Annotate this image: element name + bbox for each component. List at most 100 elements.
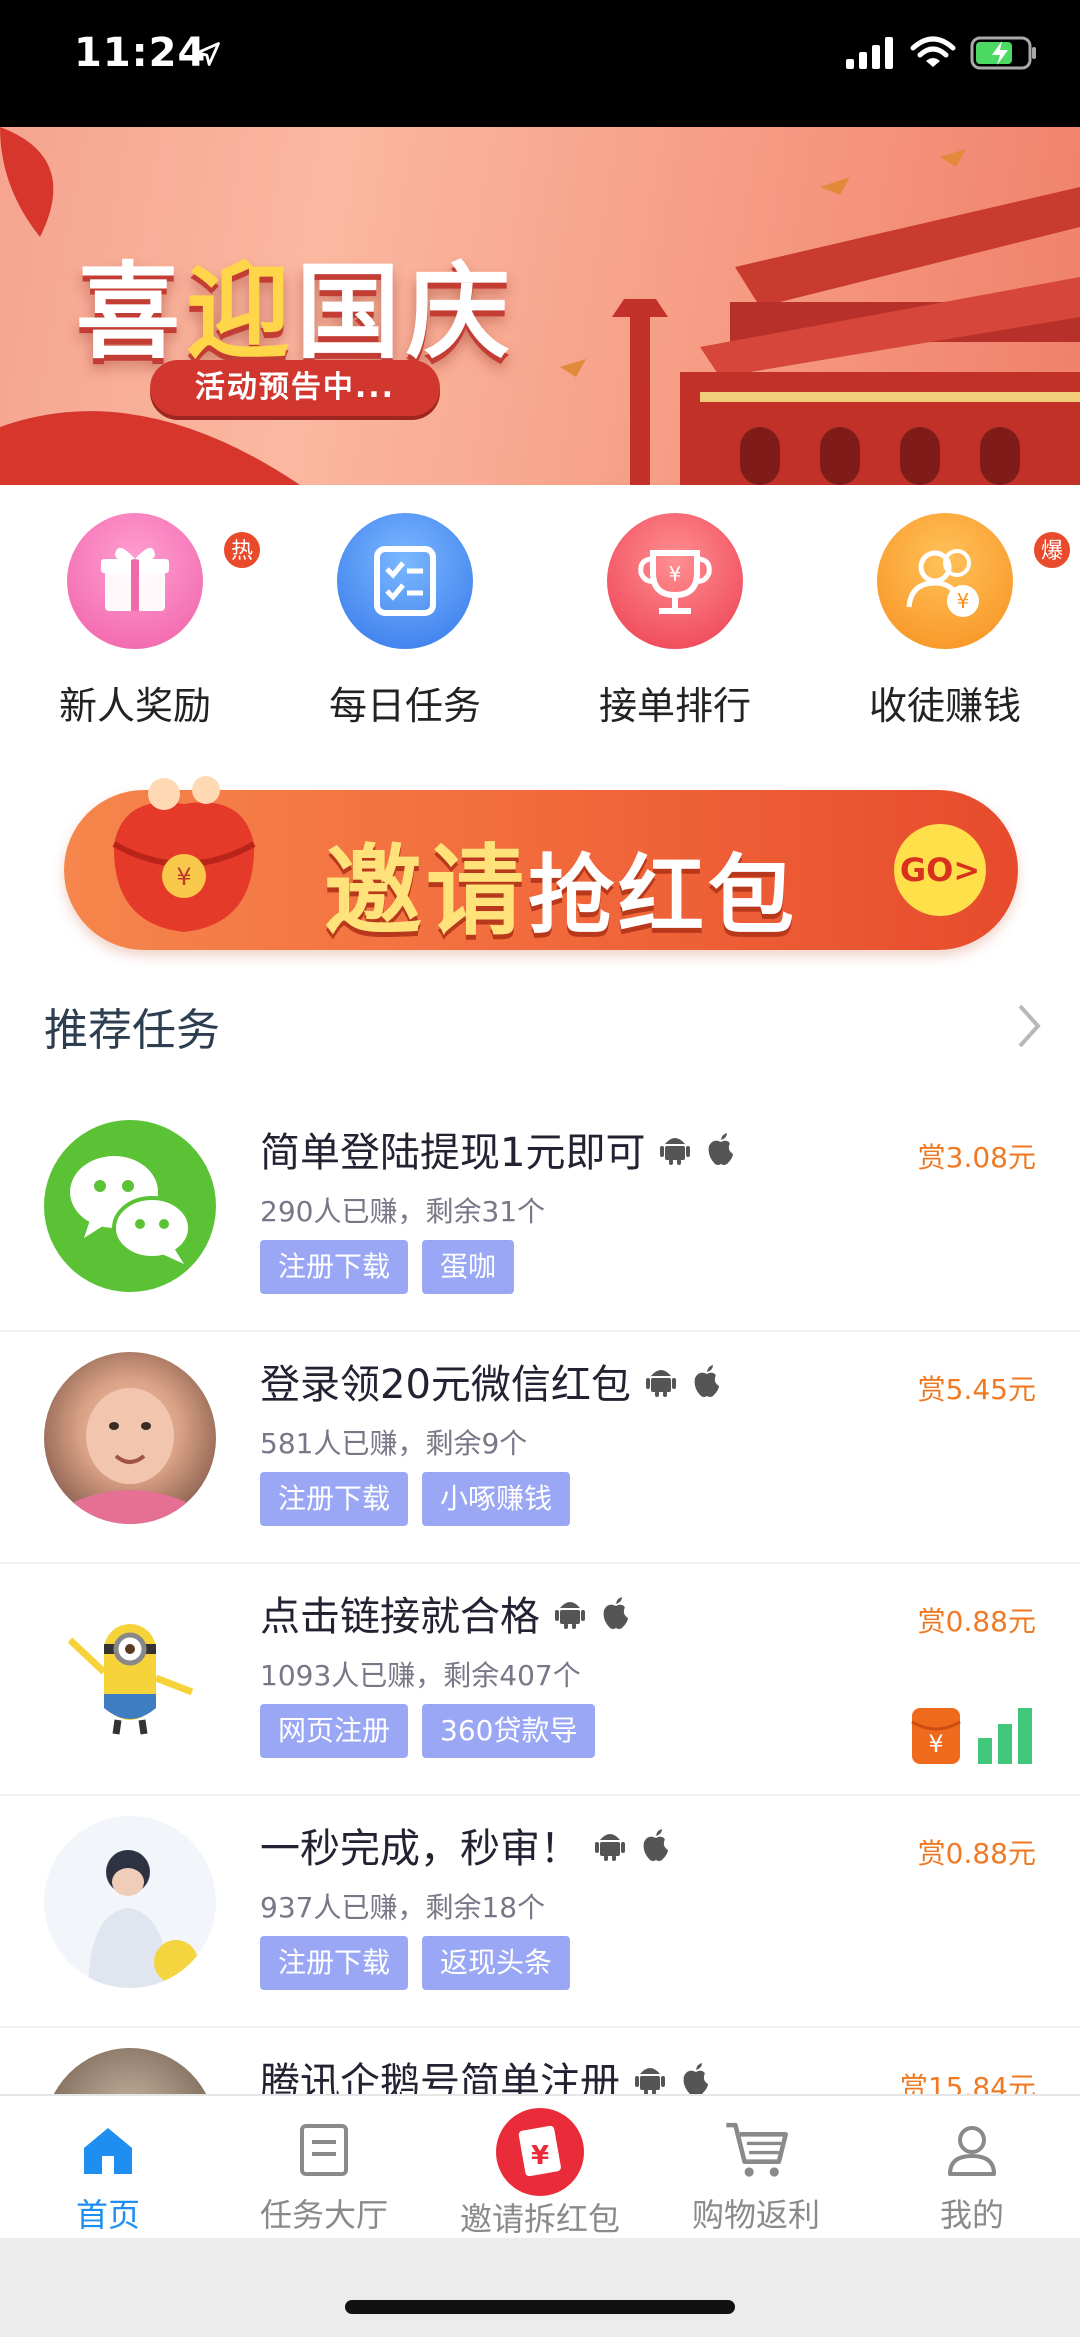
- home-indicator-area: [0, 2238, 1080, 2337]
- tab-home[interactable]: 首页: [0, 2096, 216, 2238]
- task-avatar: [44, 1120, 216, 1292]
- svg-text:¥: ¥: [957, 589, 970, 613]
- apple-icon: [709, 1133, 734, 1165]
- task-title: 简单登陆提现1元即可: [260, 1120, 737, 1178]
- quick-item-ranking[interactable]: ¥ 接单排行: [540, 508, 810, 728]
- task-title: 一秒完成，秒审！: [260, 1816, 672, 1874]
- wechat-logo: [70, 1156, 192, 1264]
- android-icon: [595, 1834, 625, 1861]
- quick-item-label: 接单排行: [598, 684, 751, 728]
- minion-illustration: [67, 1624, 194, 1735]
- svg-text:¥: ¥: [531, 2141, 549, 2171]
- person-photo: [88, 1850, 198, 1988]
- tab-task-hall[interactable]: 任务大厅: [216, 2096, 432, 2238]
- task-reward: 赏0.88元: [917, 1837, 1036, 1870]
- task-tags: 注册下载 蛋咖: [260, 1240, 515, 1294]
- invite-red-packet-banner[interactable]: ¥ 邀请抢红包 GO>: [64, 776, 1018, 950]
- gift-icon: [67, 513, 203, 649]
- go-button[interactable]: GO>: [894, 824, 986, 916]
- quick-item-label: 每日任务: [328, 684, 481, 728]
- tab-label: 首页: [75, 2196, 140, 2234]
- promo-text: 邀请抢红包: [324, 835, 799, 949]
- android-icon: [660, 1138, 691, 1165]
- apple-icon: [683, 2063, 708, 2095]
- quick-item-recruit[interactable]: ¥ 爆 收徒赚钱: [810, 508, 1080, 728]
- quick-item-label: 新人奖励: [58, 684, 211, 728]
- wifi-icon: [910, 36, 956, 67]
- trophy-icon: ¥: [607, 513, 743, 649]
- apple-icon: [603, 1597, 628, 1629]
- battery-charging-icon: [970, 36, 1036, 70]
- recommended-tasks-header[interactable]: 推荐任务: [0, 980, 1080, 1070]
- svg-text:¥: ¥: [928, 1730, 943, 1758]
- child-photo: [74, 1388, 186, 1524]
- status-bar: 11:24: [0, 0, 1080, 127]
- svg-text:¥: ¥: [176, 863, 191, 891]
- status-time: 11:24: [74, 30, 207, 76]
- signal-icon: [846, 37, 893, 69]
- home-indicator[interactable]: [345, 2300, 735, 2314]
- section-title: 推荐任务: [44, 1005, 220, 1056]
- task-avatar: [44, 1352, 216, 1524]
- task-tags: 注册下载 小啄赚钱: [260, 1472, 571, 1526]
- task-reward: 赏0.88元: [917, 1605, 1036, 1638]
- task-tag: 返现头条: [422, 1936, 571, 1990]
- task-tag: 注册下载: [260, 1240, 409, 1294]
- quick-item-daily-task[interactable]: 每日任务: [270, 508, 540, 728]
- bar-chart-icon[interactable]: [976, 1706, 1036, 1766]
- tab-label: 我的: [939, 2196, 1004, 2234]
- task-item[interactable]: 简单登陆提现1元即可 290人已赚，剩余31个 注册下载 蛋咖 赏3.08元: [0, 1100, 1080, 1332]
- apple-icon: [694, 1365, 719, 1397]
- tab-label: 购物返利: [691, 2196, 820, 2234]
- floating-actions: ¥: [910, 1706, 1036, 1766]
- task-reward: 赏5.45元: [917, 1373, 1036, 1406]
- hot-badge: 热: [222, 530, 262, 570]
- task-reward: 赏3.08元: [917, 1141, 1036, 1174]
- task-hall-icon: [300, 2124, 348, 2176]
- tab-label: 任务大厅: [259, 2196, 388, 2234]
- task-tag: 蛋咖: [422, 1240, 515, 1294]
- task-tag: 360贷款导: [422, 1704, 596, 1758]
- task-tags: 注册下载 返现头条: [260, 1936, 571, 1990]
- home-icon: [84, 2128, 132, 2174]
- red-envelope-icon: ¥: [496, 2108, 584, 2196]
- task-item[interactable]: 一秒完成，秒审！ 937人已赚，剩余18个 注册下载 返现头条 赏0.88元: [0, 1796, 1080, 2028]
- chevron-right-icon[interactable]: [1014, 1002, 1044, 1050]
- checklist-icon: [337, 513, 473, 649]
- task-title: 登录领20元微信红包: [260, 1352, 723, 1410]
- task-tag: 网页注册: [260, 1704, 409, 1758]
- cart-icon: [726, 2122, 788, 2177]
- tab-invite-red-envelope[interactable]: ¥ 邀请拆红包: [432, 2096, 648, 2238]
- location-arrow-icon: [196, 42, 220, 66]
- profile-icon: [948, 2126, 996, 2176]
- quick-menu: 热 新人奖励 每日任务 ¥ 接单排行 ¥ 爆 收徒赚钱: [0, 508, 1080, 728]
- task-tag: 注册下载: [260, 1936, 409, 1990]
- quick-item-newbie-reward[interactable]: 热 新人奖励: [0, 508, 270, 728]
- task-tag: 注册下载: [260, 1472, 409, 1526]
- task-item[interactable]: 点击链接就合格 1093人已赚，剩余407个 网页注册 360贷款导 赏0.88…: [0, 1564, 1080, 1796]
- red-packet-icon[interactable]: ¥: [910, 1706, 962, 1766]
- android-icon: [555, 1602, 585, 1629]
- tab-profile[interactable]: 我的: [864, 2096, 1080, 2238]
- task-meta: 581人已赚，剩余9个: [260, 1427, 528, 1460]
- bottom-tab-bar: 首页 任务大厅 ¥ 邀请拆红包 购物返利 我的: [0, 2094, 1080, 2238]
- tab-label: 邀请拆红包: [459, 2200, 620, 2238]
- task-item[interactable]: 登录领20元微信红包 581人已赚，剩余9个 注册下载 小啄赚钱 赏5.45元: [0, 1332, 1080, 1564]
- apple-icon: [643, 1829, 668, 1861]
- svg-text:¥: ¥: [669, 562, 682, 586]
- task-tag: 小啄赚钱: [422, 1472, 571, 1526]
- android-icon: [645, 1370, 676, 1397]
- banner-carousel[interactable]: 喜迎国庆 活动预告中...: [0, 127, 1080, 485]
- task-tags: 网页注册 360贷款导: [260, 1704, 596, 1758]
- task-meta: 1093人已赚，剩余407个: [260, 1659, 581, 1692]
- android-icon: [635, 2068, 665, 2095]
- task-title: 点击链接就合格: [260, 1584, 632, 1642]
- hot-badge: 爆: [1032, 530, 1072, 570]
- tab-shopping-rebate[interactable]: 购物返利: [648, 2096, 864, 2238]
- task-avatar: [44, 1816, 216, 1988]
- people-icon: ¥: [877, 513, 1013, 649]
- red-packet-icon: ¥: [112, 776, 256, 932]
- task-meta: 937人已赚，剩余18个: [260, 1891, 546, 1924]
- task-meta: 290人已赚，剩余31个: [260, 1195, 546, 1228]
- banner-subtitle: 活动预告中...: [150, 360, 440, 416]
